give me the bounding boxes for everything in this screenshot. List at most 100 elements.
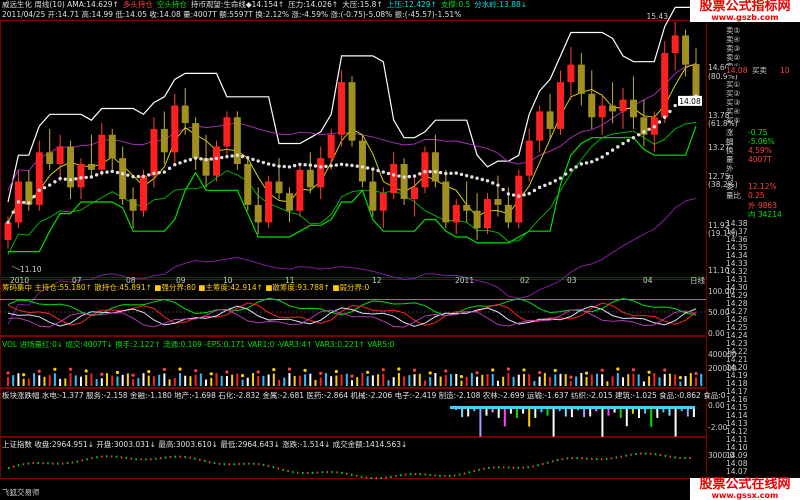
outer-volume-row: 外 9863	[726, 201, 800, 210]
lifeline-dot	[402, 175, 406, 179]
volume-signal-dot	[131, 373, 135, 377]
candle-body	[671, 35, 679, 53]
volume-bar	[642, 381, 645, 386]
lifeline-dot	[391, 173, 396, 177]
volume-signal-dot	[569, 375, 573, 379]
order-book-row-label: 卖⑤	[726, 26, 741, 35]
volume-signal-dot	[397, 367, 401, 371]
candle-body	[348, 82, 356, 141]
volume-signal-dot	[459, 375, 464, 379]
index-tick-mark	[81, 459, 83, 462]
index-tick-mark	[434, 474, 436, 477]
volume-signal-dot	[522, 368, 526, 372]
candle-body	[108, 134, 116, 159]
volume-bar	[48, 375, 51, 386]
lifeline-dot	[480, 177, 485, 182]
stat-row-label: 外	[726, 164, 734, 173]
volume-bar	[267, 374, 270, 386]
candle-body	[536, 111, 544, 141]
index-tick-mark	[488, 466, 490, 469]
stat-row-label: 委	[726, 182, 734, 191]
lifeline-dot	[464, 173, 469, 178]
title-segment: 压力:14.026↑	[288, 0, 339, 9]
volume-bar	[648, 376, 651, 386]
lifeline-dot	[235, 153, 240, 157]
volume-bar	[439, 376, 442, 386]
lifeline-dot	[11, 210, 15, 214]
index-tick-mark	[32, 462, 34, 465]
volume-signal-dot	[22, 373, 26, 377]
index-tick-mark	[596, 458, 598, 461]
lifeline-dot	[246, 156, 250, 160]
index-tick-mark	[174, 455, 177, 458]
candle-body	[400, 163, 408, 200]
index-tick-mark	[640, 452, 642, 455]
volume-bar	[7, 377, 9, 386]
index-tick-mark	[493, 466, 495, 469]
index-tick-mark	[547, 461, 549, 464]
indicator5-title: 上证指数 收盘:2964.951↓ 开盘:3003.031↓ 最高:3003.6…	[2, 440, 408, 449]
index-tick-mark	[600, 458, 603, 461]
lifeline-dot	[517, 194, 521, 198]
index-tick-mark	[61, 462, 64, 465]
index-tick-mark	[439, 474, 441, 477]
index-tick-mark	[238, 462, 240, 465]
lifeline-dot	[496, 183, 500, 187]
volume-bar	[538, 376, 541, 386]
lifeline-dot	[63, 177, 68, 181]
lifeline-dot	[152, 171, 156, 176]
volume-bar	[429, 377, 432, 386]
candle-body	[181, 105, 189, 124]
lifeline-dot	[261, 160, 266, 165]
chart-canvas[interactable]: 11.1015.4315.4314.60(80.9%)13.78(61.8%)1…	[0, 0, 800, 500]
candle-body	[223, 117, 231, 147]
volume-bar	[100, 378, 103, 386]
stat-row: 外	[726, 164, 800, 173]
order-book-row: 买④	[726, 107, 800, 116]
volume-bar	[674, 374, 677, 386]
lifeline-dot	[631, 135, 636, 140]
lifeline-dot	[574, 165, 578, 169]
title-segment: 持币观望:生命线◆14.154↑	[190, 0, 285, 9]
order-book-row: 买②	[726, 89, 800, 98]
volume-signal-dot	[303, 368, 307, 373]
volume-bar	[74, 375, 77, 386]
volume-signal-dot	[663, 368, 667, 372]
lifeline-dot	[449, 171, 453, 175]
index-tick-mark	[169, 455, 172, 458]
index-tick-mark	[404, 473, 407, 476]
volume-bar	[179, 373, 181, 386]
lifeline-dot	[584, 161, 589, 165]
buy-sell-value: 10	[780, 66, 790, 75]
title-segment: 分水岭:13.88↓	[474, 0, 528, 9]
lifeline-dot	[225, 154, 229, 159]
index-tick-mark	[311, 471, 314, 474]
volume-bar	[246, 377, 249, 386]
lifeline-dot	[537, 185, 542, 190]
lifeline-dot	[470, 175, 474, 179]
sector-bar	[479, 407, 482, 437]
index-tick-mark	[115, 455, 118, 458]
panel-frame-1	[0, 20, 707, 278]
candle-body	[98, 134, 106, 170]
volume-bar	[622, 377, 625, 386]
candle-body	[473, 210, 481, 229]
watermark-bottom-line2: www.gssx.com	[711, 491, 779, 500]
lifeline-dot	[16, 200, 21, 204]
volume-bar	[444, 374, 447, 386]
lifeline-dot	[376, 168, 380, 173]
index-tick-mark	[463, 472, 466, 475]
candle-body	[390, 163, 398, 194]
index-tick-mark	[630, 453, 632, 456]
volume-bar	[106, 373, 109, 386]
candle-body	[233, 117, 241, 164]
sector-bar	[601, 407, 604, 437]
lifeline-dot	[303, 163, 307, 167]
index-tick-mark	[370, 477, 373, 480]
lifeline-dot	[74, 177, 78, 181]
index-tick-mark	[208, 461, 211, 464]
candle-body	[150, 128, 158, 176]
candle-body	[661, 52, 669, 118]
watermark-top-line2: www.gszb.com	[711, 13, 779, 22]
volume-signal-dot	[506, 367, 510, 371]
